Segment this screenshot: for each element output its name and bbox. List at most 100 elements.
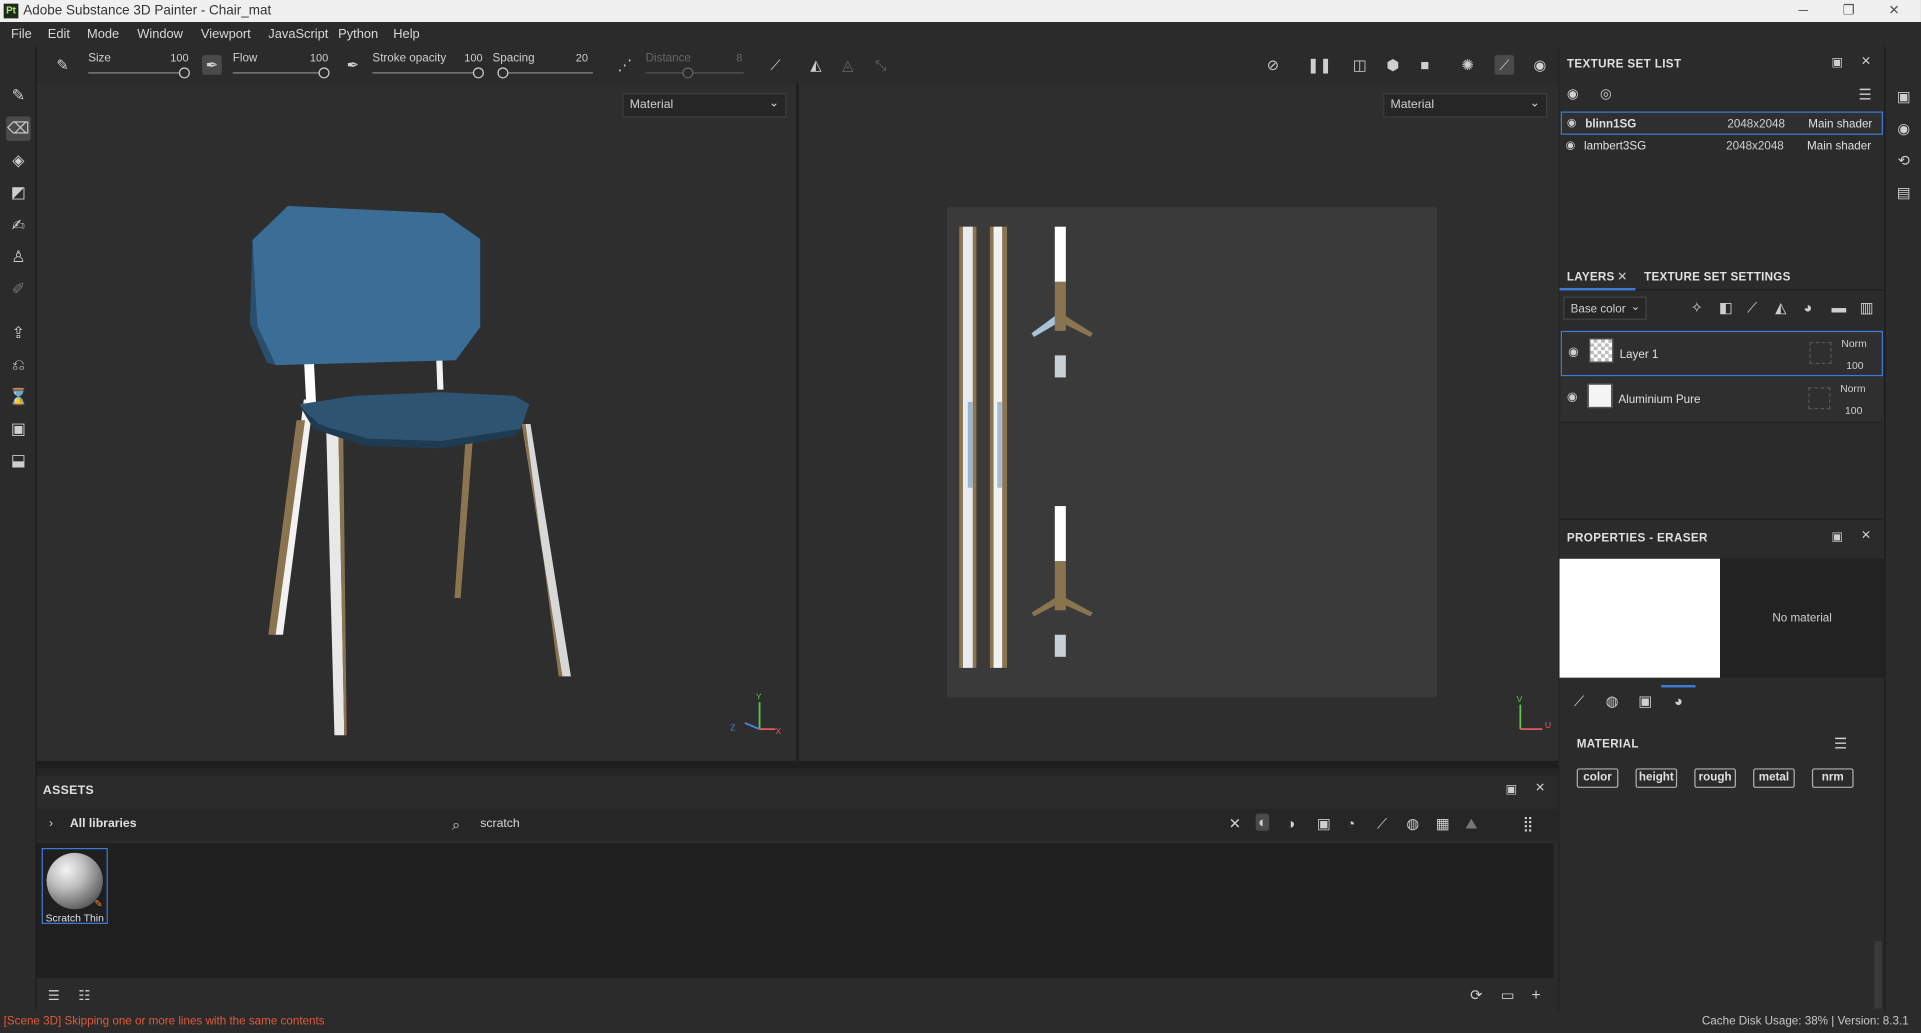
horizontal-splitter[interactable] (36, 760, 1559, 769)
brush-preset-icon[interactable]: ✎ (53, 55, 73, 75)
add-mask-icon[interactable]: ◧ (1719, 299, 1733, 316)
menu-help[interactable]: Help (393, 27, 419, 42)
menu-icon[interactable]: ☰ (1834, 735, 1847, 752)
display-settings-icon[interactable]: ▣ (1893, 86, 1915, 108)
paint-mode-icon[interactable]: ⟋ (1494, 55, 1515, 75)
menu-edit[interactable]: Edit (48, 27, 70, 42)
smudge-icon[interactable]: ✍ (6, 213, 31, 238)
stencil-icon[interactable]: ▣ (1636, 691, 1656, 711)
menu-python[interactable]: Python (338, 27, 378, 42)
maximize-icon[interactable]: ▣ (1832, 531, 1844, 544)
asset-item[interactable]: ✎ Scratch Thin (41, 847, 108, 924)
clone-stamp-icon[interactable]: ♙ (6, 245, 31, 270)
channel-select[interactable]: Base color ⌄ (1563, 296, 1647, 320)
distance-slider-handle[interactable] (682, 67, 694, 79)
tab-layers[interactable]: LAYERS (1567, 271, 1615, 284)
restore-button[interactable]: ❐ (1836, 2, 1861, 19)
flow-slider[interactable] (232, 72, 326, 74)
symmetry-icon[interactable]: ◭ (806, 55, 826, 75)
polygon-fill-icon[interactable]: ◩ (6, 180, 31, 205)
flow-value[interactable]: 100 (299, 51, 328, 63)
menu-file[interactable]: File (11, 27, 32, 42)
viewport-3d[interactable]: Material ⌄ Y Z X (36, 83, 797, 761)
texture-set-shader[interactable]: Main shader (1808, 118, 1872, 131)
eye-icon[interactable]: ◉ (1568, 346, 1579, 359)
projection-icon[interactable]: ◈ (6, 148, 31, 173)
paint-brush-icon[interactable]: ✎ (6, 83, 31, 108)
pen-pressure-flow-icon[interactable]: ✒ (343, 55, 363, 75)
spacing-slider-handle[interactable] (497, 67, 509, 79)
filter-smart-masks-icon[interactable]: ▣ (1317, 815, 1331, 832)
layer-name[interactable]: Aluminium Pure (1618, 393, 1700, 406)
camera-icon[interactable]: ■ (1415, 55, 1435, 75)
stroke-opacity-slider[interactable] (372, 72, 481, 74)
filter-environments-icon[interactable]: ⛰ (1465, 815, 1477, 833)
grid-view-icon[interactable]: ⣿ (1523, 815, 1534, 832)
filter-smart-materials-icon[interactable]: ◑ (1286, 815, 1295, 832)
layer-blend-mode[interactable]: Norm (1840, 382, 1865, 394)
close-icon[interactable]: ✕ (1861, 529, 1871, 542)
layer-opacity[interactable]: 100 (1846, 359, 1863, 371)
filter-brushes-icon[interactable]: ⟋ (1377, 815, 1387, 833)
bake-icon[interactable]: ⇪ (6, 321, 31, 346)
viewport-2d[interactable]: Material ⌄ V U (798, 83, 1559, 761)
filter-filters-icon[interactable]: ◔ (1346, 815, 1355, 832)
maximize-icon[interactable]: ▣ (1506, 783, 1518, 796)
add-paint-layer-icon[interactable]: ⟋ (1747, 299, 1757, 317)
hide-ui-icon[interactable]: ⊘ (1263, 55, 1283, 75)
measure-icon[interactable]: ⌛ (6, 385, 31, 410)
path-icon[interactable]: ⎌ (6, 353, 31, 378)
pause-icon[interactable]: ❚❚ (1307, 55, 1332, 75)
distance-slider[interactable] (645, 72, 744, 74)
pen-pressure-size-icon[interactable]: ✒ (202, 55, 222, 75)
alignment-icon[interactable]: ⟋ (766, 55, 786, 75)
chevron-right-icon[interactable]: › (49, 817, 53, 830)
display-3d-icon[interactable]: ⬢ (1383, 55, 1403, 75)
history-icon[interactable]: ⟲ (1893, 149, 1915, 171)
material-tab-icon[interactable]: ◕ (1669, 691, 1689, 711)
flow-slider-handle[interactable] (318, 67, 330, 79)
spacing-value[interactable]: 20 (559, 51, 588, 63)
layer-row[interactable]: ◉ Layer 1 Norm 100 (1560, 330, 1883, 377)
delete-layer-icon[interactable]: ▥ (1860, 299, 1874, 316)
add-folder-icon[interactable]: ▬ (1832, 299, 1847, 316)
add-effect-icon[interactable]: ✧ (1691, 299, 1703, 316)
filter-particles-icon[interactable]: ◍ (1406, 815, 1419, 832)
visibility-toggle-icon[interactable]: ◉ (1567, 86, 1579, 102)
channel-metal-button[interactable]: metal (1753, 768, 1795, 788)
add-icon[interactable]: + (1531, 985, 1540, 1003)
layer-blend-mode[interactable]: Norm (1841, 337, 1866, 349)
status-message[interactable]: [Scene 3D] Skipping one or more lines wi… (4, 1015, 325, 1028)
eye-icon[interactable]: ◉ (1567, 391, 1578, 404)
log-icon[interactable]: ▤ (1893, 181, 1915, 203)
distance-value[interactable]: 8 (713, 51, 742, 63)
menu-mode[interactable]: Mode (87, 27, 119, 42)
layer-opacity[interactable]: 100 (1845, 404, 1862, 416)
stroke-opacity-value[interactable]: 100 (453, 51, 482, 63)
filter-materials-icon[interactable]: ◐ (1255, 813, 1270, 831)
size-value[interactable]: 100 (159, 51, 188, 63)
layer-mask-slot[interactable] (1809, 341, 1832, 364)
maximize-icon[interactable]: ▣ (1832, 56, 1844, 69)
shader-settings-icon[interactable]: ◉ (1893, 118, 1915, 140)
spacing-slider[interactable] (497, 72, 593, 74)
screenshot-icon[interactable]: ◉ (1530, 55, 1550, 75)
properties-scrollbar[interactable] (1874, 941, 1882, 1009)
layer-row[interactable]: ◉ Aluminium Pure Norm 100 (1560, 377, 1883, 423)
channel-nrm-button[interactable]: nrm (1811, 768, 1854, 788)
channel-height-button[interactable]: height (1635, 768, 1678, 788)
minimize-button[interactable]: ─ (1791, 2, 1816, 19)
texture-set-row[interactable]: ◉ lambert3SG 2048x2048 Main shader (1561, 135, 1883, 158)
close-icon[interactable]: ✕ (1617, 271, 1627, 284)
close-icon[interactable]: ✕ (1535, 782, 1545, 795)
environment-icon[interactable]: ✺ (1458, 55, 1478, 75)
eye-icon[interactable]: ◉ (1567, 116, 1577, 129)
alpha-icon[interactable]: ◍ (1602, 691, 1622, 711)
clear-search-icon[interactable]: ✕ (1229, 815, 1241, 832)
detail-view-icon[interactable]: ☷ (78, 988, 90, 1004)
size-slider[interactable] (88, 72, 187, 74)
new-window-icon[interactable]: ▭ (1501, 986, 1515, 1003)
refresh-icon[interactable]: ⟳ (1470, 986, 1482, 1003)
lazy-mouse-icon[interactable]: ⋰ (615, 55, 635, 75)
uv-tools-icon[interactable]: ⬓ (6, 448, 31, 473)
